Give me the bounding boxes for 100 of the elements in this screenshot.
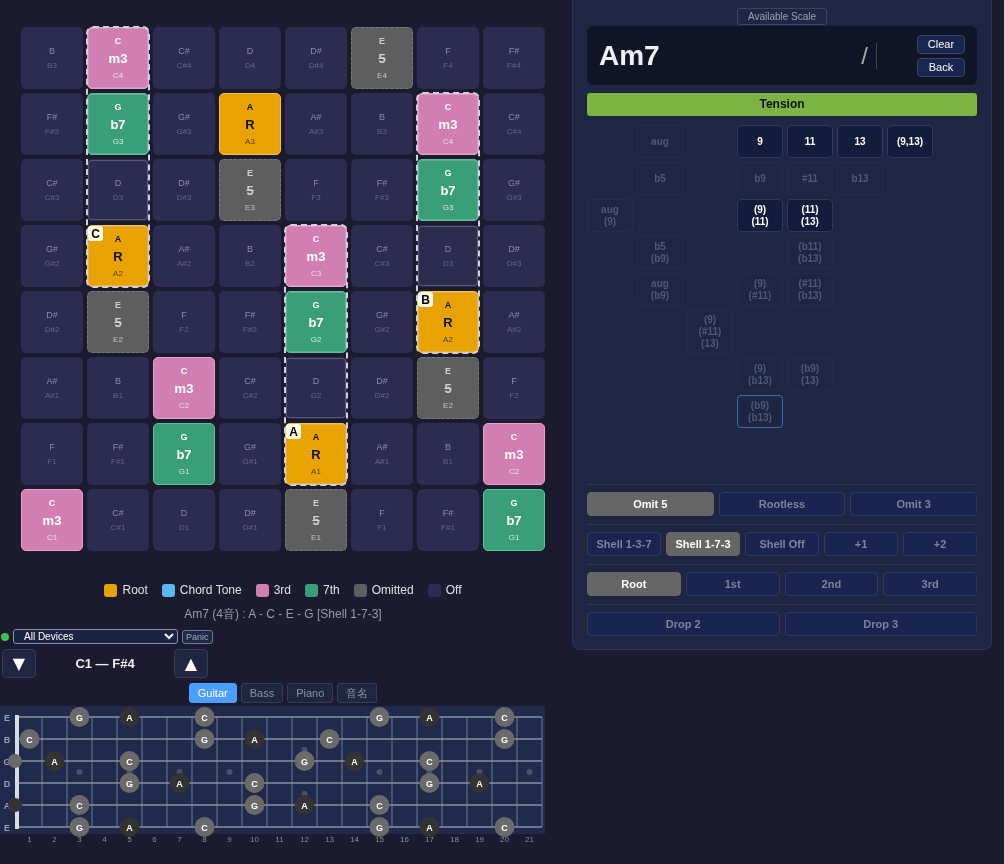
octave-up-button[interactable]: ▲	[174, 649, 208, 678]
note-marker: A	[294, 795, 315, 815]
note-pad[interactable]: G b7 G3	[87, 93, 149, 155]
chord-summary: Am7 (4音) : A - C - E - G [Shell 1-7-3]	[183, 606, 383, 623]
note-pad[interactable]: E 5 E2	[417, 357, 479, 419]
tension-button[interactable]: (9,13)	[887, 125, 933, 158]
fret-number: 9	[227, 835, 232, 844]
fret-number: 15	[375, 835, 384, 844]
string-label: A	[3, 801, 11, 811]
panic-button[interactable]: Panic	[182, 629, 213, 644]
note-marker: C	[19, 729, 40, 749]
note-pad[interactable]: C A R A2	[87, 225, 149, 287]
option-button[interactable]: Shell Off	[745, 532, 819, 556]
legend-label: Chord Tone	[179, 583, 242, 597]
option-button[interactable]: +1	[824, 532, 898, 556]
string-label: E	[4, 823, 10, 833]
note-pad[interactable]: C m3 C3	[285, 225, 347, 287]
option-button[interactable]: Shell 1-7-3	[666, 532, 740, 556]
device-select[interactable]: All Devices	[13, 629, 178, 644]
clear-button[interactable]: Clear	[917, 34, 965, 54]
note-marker: C	[369, 795, 390, 815]
fret-number: 10	[250, 835, 259, 844]
option-button[interactable]: Drop 3	[784, 612, 977, 636]
note-pad[interactable]: E 5 E1	[285, 489, 347, 551]
open-string-marker	[8, 754, 22, 768]
note-marker: G	[69, 707, 90, 727]
legend-label: 3rd	[273, 583, 291, 597]
fret-number: 11	[275, 835, 284, 844]
inlay-dot	[376, 769, 383, 775]
note-pad[interactable]: E 5 E2	[87, 291, 149, 353]
option-button[interactable]: Omit 3	[850, 492, 977, 516]
note-marker: A	[469, 773, 490, 793]
option-button[interactable]: +2	[903, 532, 977, 556]
available-scale-button[interactable]: Available Scale	[736, 8, 828, 25]
note-pad[interactable]: C m3 C1	[21, 489, 83, 551]
view-tab[interactable]: 音名	[337, 683, 378, 703]
note-marker: C	[194, 707, 215, 727]
fret-number: 12	[300, 835, 309, 844]
view-tab[interactable]: Guitar	[188, 683, 237, 703]
tension-button[interactable]: 11	[787, 125, 833, 158]
fret-number: 21	[525, 835, 534, 844]
note-pad[interactable]: G b7 G2	[285, 291, 347, 353]
note-marker: G	[194, 729, 215, 749]
tension-button[interactable]: (11) (13)	[787, 199, 833, 232]
fret-number: 5	[127, 835, 132, 844]
note-marker: C	[119, 751, 140, 771]
note-marker: G	[244, 795, 265, 815]
option-button[interactable]: Rootless	[718, 492, 846, 516]
legend-label: 7th	[323, 583, 340, 597]
note-marker: A	[119, 707, 140, 727]
note-pad[interactable]: E 5 E3	[219, 159, 281, 221]
option-button[interactable]: 1st	[685, 572, 780, 596]
octave-down-button[interactable]: ▼	[2, 649, 36, 678]
fret-number: 2	[52, 835, 57, 844]
tension-button[interactable]: 13	[837, 125, 883, 158]
note-pad[interactable]: G b7 G3	[417, 159, 479, 221]
legend-label: Off	[445, 583, 462, 597]
note-marker: C	[69, 795, 90, 815]
note-pad[interactable]: G b7 G1	[153, 423, 215, 485]
legend-label: Omitted	[371, 583, 414, 597]
note-pad[interactable]: C m3 C2	[153, 357, 215, 419]
inlay-dot	[526, 769, 533, 775]
option-button[interactable]: 2nd	[784, 572, 879, 596]
note-marker: G	[69, 817, 90, 837]
text-cursor	[876, 42, 877, 69]
option-button[interactable]: 3rd	[883, 572, 977, 596]
note-marker: G	[494, 729, 515, 749]
tension-button[interactable]: (9) (11)	[737, 199, 783, 232]
option-button[interactable]: Root	[587, 572, 681, 596]
view-tab[interactable]: Bass	[240, 683, 284, 703]
string-label: E	[4, 713, 10, 723]
note-marker: A	[119, 817, 140, 837]
fret-number: 6	[152, 835, 157, 844]
option-button[interactable]: Shell 1-3-7	[587, 532, 661, 556]
back-button[interactable]: Back	[917, 57, 965, 77]
note-marker: C	[494, 707, 515, 727]
note-marker: G	[369, 817, 390, 837]
note-pad[interactable]: B A R A2	[417, 291, 479, 353]
option-button[interactable]: Omit 5	[587, 492, 714, 516]
note-marker: G	[369, 707, 390, 727]
fret-number: 20	[500, 835, 509, 844]
note-pad[interactable]: A A R A1	[285, 423, 347, 485]
legend-label: Root	[122, 583, 148, 597]
view-tab[interactable]: Piano	[287, 683, 334, 703]
note-pad[interactable]: E 5 E4	[351, 27, 413, 89]
voicing-badge: C	[88, 226, 103, 241]
tension-button[interactable]: 9	[737, 125, 783, 158]
voicing-badge: B	[418, 292, 433, 307]
option-button[interactable]: Drop 2	[587, 612, 780, 636]
voicing-badge: A	[286, 424, 301, 439]
note-pad[interactable]: C m3 C4	[417, 93, 479, 155]
note-pad[interactable]: A R A3	[219, 93, 281, 155]
fret-number: 17	[425, 835, 434, 844]
fret-number: 7	[177, 835, 182, 844]
note-pad[interactable]: C m3 C4	[87, 27, 149, 89]
note-marker: A	[419, 707, 440, 727]
open-string-marker	[8, 798, 22, 812]
note-pad[interactable]: G b7 G1	[483, 489, 545, 551]
note-pad[interactable]: C m3 C2	[483, 423, 545, 485]
note-marker: A	[44, 751, 65, 771]
